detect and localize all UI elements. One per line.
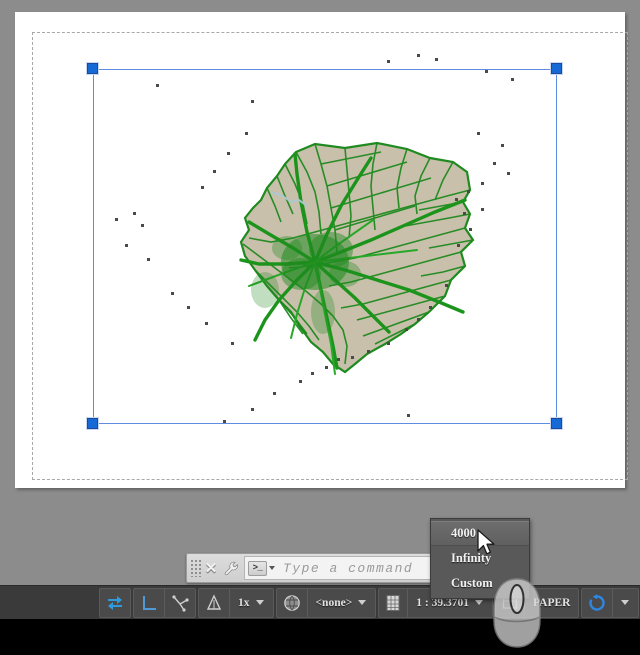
status-group-ucs-tools[interactable] bbox=[133, 587, 196, 618]
cad-application-window: ✕ >_ Type a command 4000 Infinity Custom bbox=[0, 0, 640, 655]
annotation-visibility-icon[interactable] bbox=[199, 588, 230, 617]
sheet-icon bbox=[386, 594, 400, 611]
chevron-down-icon[interactable] bbox=[255, 600, 264, 605]
selection-grip-top-left[interactable] bbox=[86, 62, 99, 75]
command-line-bar[interactable]: ✕ >_ Type a command bbox=[186, 553, 440, 583]
status-group-annotation-scale[interactable]: 1x bbox=[198, 587, 274, 618]
status-group-model-tools[interactable] bbox=[99, 587, 131, 618]
annotation-cone-icon bbox=[206, 593, 222, 610]
selection-grip-bottom-left[interactable] bbox=[86, 417, 99, 430]
drag-handle-icon[interactable] bbox=[190, 559, 201, 577]
prompt-glyph-icon: >_ bbox=[248, 560, 267, 576]
chevron-down-icon[interactable] bbox=[474, 600, 483, 605]
status-group-workspace[interactable]: <none> bbox=[275, 587, 377, 618]
paper-space-label: PAPER bbox=[532, 596, 571, 609]
workspace-globe-icon[interactable] bbox=[277, 588, 308, 617]
workspace-value[interactable]: <none> bbox=[308, 589, 376, 617]
chevron-down-icon[interactable] bbox=[269, 566, 275, 570]
menu-item-4000[interactable]: 4000 bbox=[431, 521, 529, 546]
chevron-down-icon[interactable] bbox=[358, 600, 367, 605]
viewport-scale-icon[interactable] bbox=[379, 588, 409, 617]
paper-space-label-cell[interactable]: PAPER bbox=[525, 589, 578, 617]
chevron-down-icon[interactable] bbox=[621, 600, 630, 605]
ucs-icon-toggle[interactable] bbox=[134, 588, 165, 617]
selection-rectangle[interactable] bbox=[93, 69, 557, 424]
status-group-isolate[interactable] bbox=[581, 587, 640, 618]
annotation-scale-menu[interactable]: 4000 Infinity Custom bbox=[430, 518, 530, 599]
blue-circular-arrow-icon bbox=[589, 593, 606, 611]
ucs-3d-toggle[interactable] bbox=[165, 589, 195, 617]
close-icon[interactable]: ✕ bbox=[201, 557, 221, 579]
command-prompt-selector[interactable]: >_ bbox=[248, 560, 275, 576]
workspace-label: <none> bbox=[315, 596, 353, 609]
ucs-3d-axis-icon bbox=[172, 594, 189, 612]
annotation-scale-label: 1x bbox=[238, 596, 250, 609]
globe-icon bbox=[283, 594, 300, 611]
status-bar[interactable]: 1x <none> 1: 39.3701 PAPER bbox=[0, 585, 640, 619]
menu-item-infinity[interactable]: Infinity bbox=[431, 546, 529, 571]
drawing-canvas[interactable] bbox=[0, 0, 640, 585]
selection-grip-top-right[interactable] bbox=[550, 62, 563, 75]
command-placeholder-text: Type a command bbox=[283, 560, 414, 576]
refresh-viewport-icon[interactable] bbox=[582, 588, 614, 617]
command-input[interactable]: >_ Type a command bbox=[244, 556, 436, 580]
pan-sync-toggle[interactable] bbox=[100, 589, 130, 617]
bottom-black-area bbox=[0, 619, 640, 655]
isolate-dropdown[interactable] bbox=[613, 589, 638, 617]
selection-grip-bottom-right[interactable] bbox=[550, 417, 563, 430]
ucs-axis-icon bbox=[143, 595, 156, 610]
wrench-icon[interactable] bbox=[221, 557, 241, 579]
status-bar-left-spacer bbox=[0, 586, 99, 619]
menu-item-custom[interactable]: Custom bbox=[431, 571, 529, 596]
blue-double-arrow-icon bbox=[108, 595, 122, 610]
annotation-scale-value[interactable]: 1x bbox=[230, 589, 273, 617]
